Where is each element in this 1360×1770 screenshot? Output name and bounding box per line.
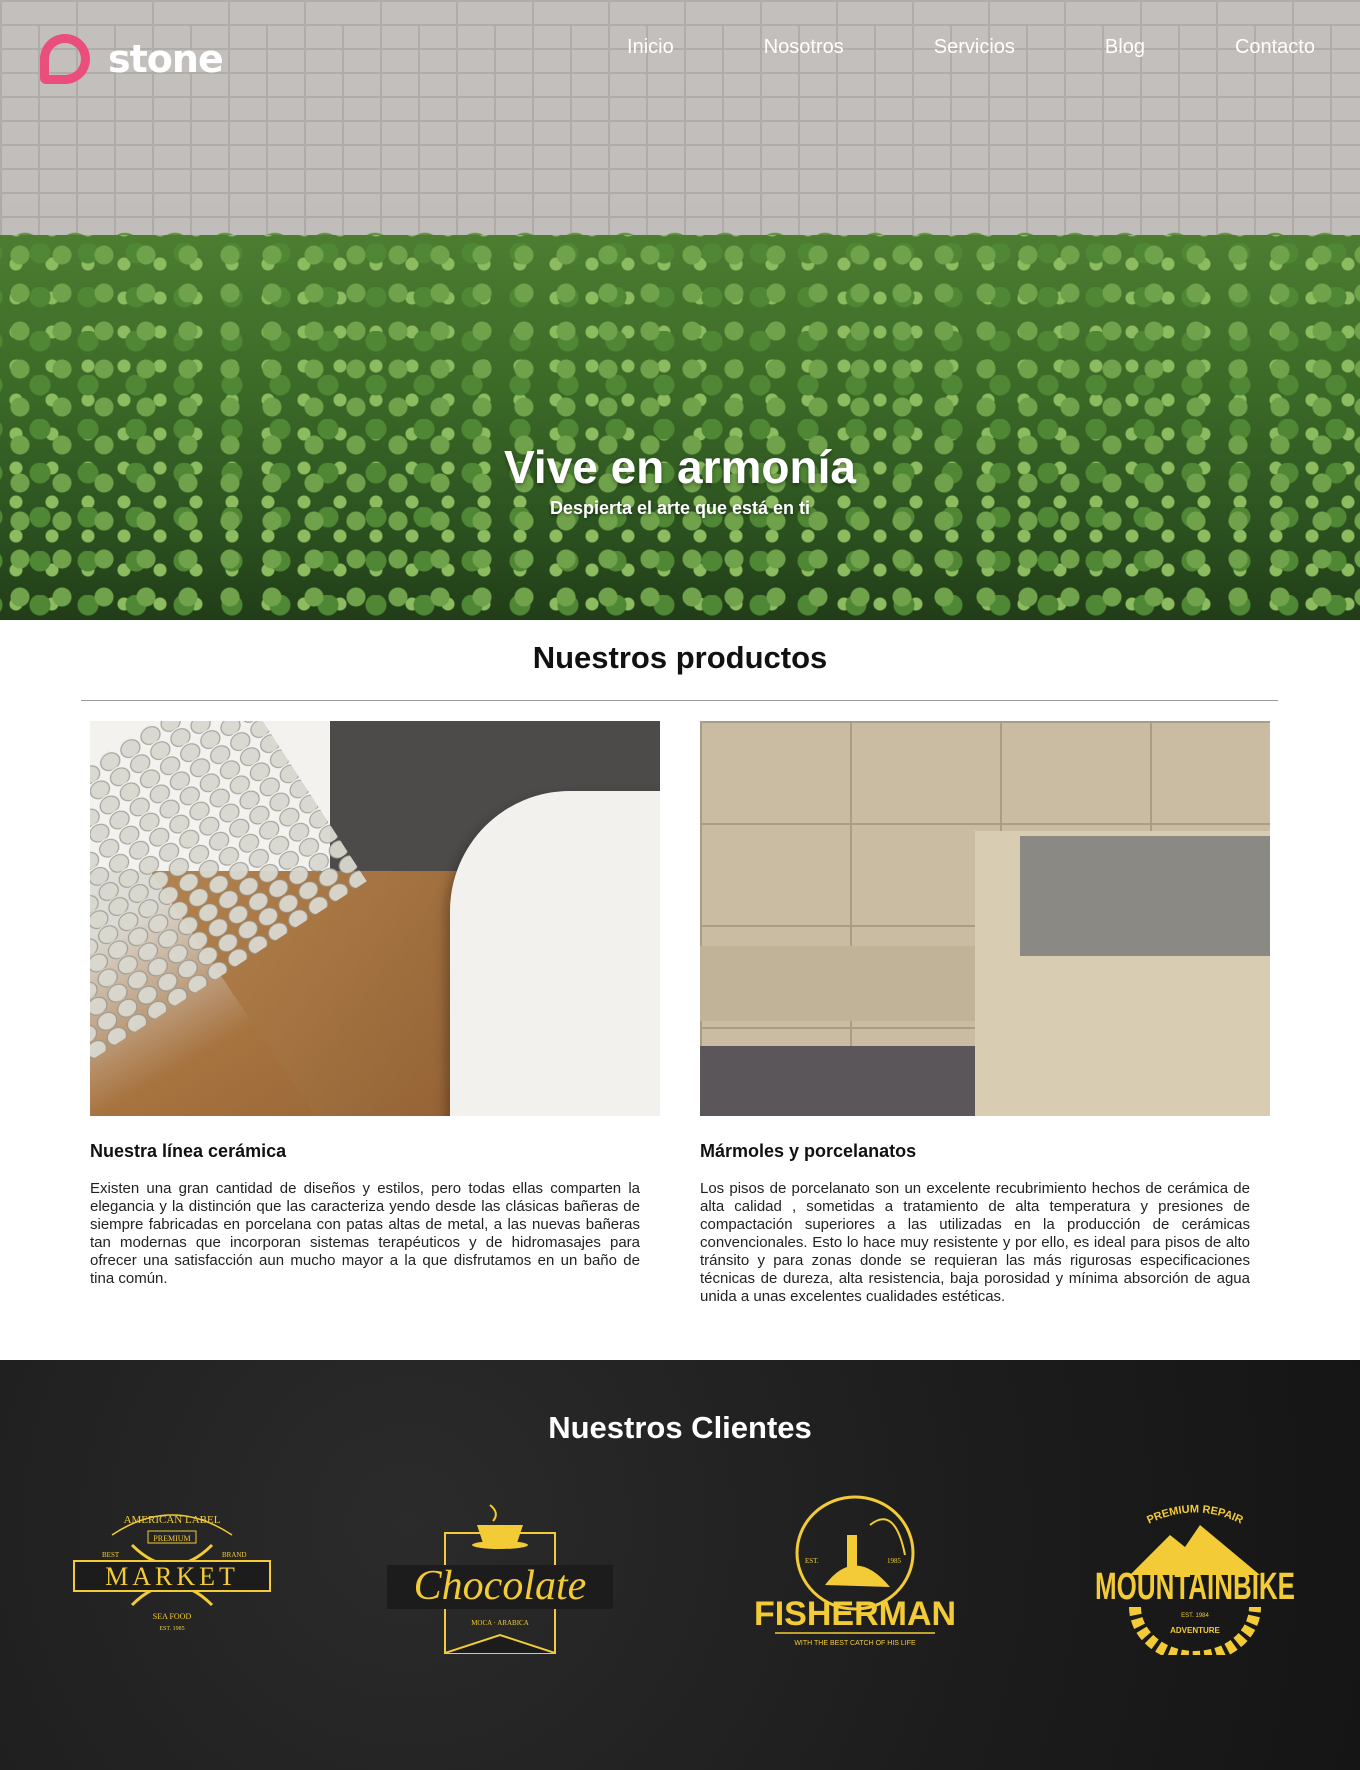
mountainbike-logo-icon: PREMIUM REPAIR MOUNTAINBIKE EST. 1984 AD… — [1095, 1503, 1295, 1655]
site-logo[interactable]: stone — [40, 34, 224, 84]
products-title: Nuestros productos — [532, 640, 828, 675]
fisherman-bottom: WITH THE BEST CATCH OF HIS LIFE — [794, 1640, 916, 1647]
product-card-marmoles: Mármoles y porcelanatos Los pisos de por… — [700, 721, 1270, 1306]
hedge-background — [0, 235, 1360, 620]
client-logo-fisherman[interactable]: EST. 1985 FISHERMAN WITH THE BEST CATCH … — [745, 1490, 965, 1660]
logo-text: stone — [108, 37, 224, 81]
hero-subtitle: Despierta el arte que está en ti — [549, 498, 811, 518]
nav-item-blog[interactable]: Blog — [1105, 36, 1145, 59]
mtb-est: EST. 1984 — [1181, 1613, 1209, 1619]
market-right-small: BRAND — [222, 1551, 247, 1559]
clients-title: Nuestros Clientes — [548, 1410, 812, 1445]
fisherman-est-right: 1985 — [887, 1557, 902, 1565]
market-logo-icon: AMERICAN LABEL PREMIUM BEST BRAND MARKET… — [73, 1514, 271, 1632]
section-divider — [81, 700, 1278, 701]
market-badge: PREMIUM — [153, 1534, 190, 1543]
basin-inner — [1020, 836, 1270, 956]
dark-tile — [700, 1046, 980, 1116]
mtb-name: MOUNTAINBIKE — [1095, 1566, 1295, 1608]
product-card-ceramica: Nuestra línea cerámica Existen una gran … — [90, 721, 660, 1288]
nav-item-contacto[interactable]: Contacto — [1235, 36, 1315, 59]
main-nav: Inicio Nosotros Servicios Blog Contacto — [537, 36, 1315, 59]
product-description: Existen una gran cantidad de diseños y e… — [90, 1180, 640, 1287]
client-logo-chocolate[interactable]: Chocolate MOCA · ARABICA — [387, 1490, 613, 1660]
nav-item-inicio[interactable]: Inicio — [627, 36, 674, 59]
mtb-bottom: ADVENTURE — [1170, 1626, 1220, 1635]
market-left-small: BEST — [102, 1551, 120, 1559]
market-name: MARKET — [105, 1562, 239, 1591]
chocolate-logo-icon: Chocolate MOCA · ARABICA — [387, 1504, 613, 1654]
hero-banner: stone Inicio Nosotros Servicios Blog Con… — [0, 0, 1360, 620]
fisherman-name: FISHERMAN — [755, 1595, 955, 1633]
mtb-top: PREMIUM REPAIR — [1145, 1503, 1245, 1526]
product-image-marmoles — [700, 721, 1270, 1116]
market-est: EST. 1985 — [159, 1626, 184, 1632]
product-title: Mármoles y porcelanatos — [700, 1141, 917, 1161]
toilet — [450, 791, 660, 1116]
nav-item-nosotros[interactable]: Nosotros — [764, 36, 844, 59]
client-logo-mountainbike[interactable]: PREMIUM REPAIR MOUNTAINBIKE EST. 1984 AD… — [1085, 1490, 1305, 1660]
chocolate-name: Chocolate — [414, 1563, 587, 1609]
client-logo-market[interactable]: AMERICAN LABEL PREMIUM BEST BRAND MARKET… — [62, 1490, 282, 1660]
product-description: Los pisos de porcelanato son un excelent… — [700, 1180, 1250, 1305]
product-image-ceramica — [90, 721, 660, 1116]
product-title: Nuestra línea cerámica — [90, 1141, 287, 1161]
hero-title: Vive en armonía — [504, 441, 856, 493]
nav-item-servicios[interactable]: Servicios — [934, 36, 1015, 59]
fisherman-est-left: EST. — [805, 1557, 819, 1565]
market-bottom: SEA FOOD — [153, 1612, 192, 1621]
clients-section: Nuestros Clientes AMERICAN LABEL PREMIUM… — [0, 1360, 1360, 1770]
market-top: AMERICAN LABEL — [124, 1514, 221, 1526]
stone-ledge — [700, 946, 980, 1021]
fisherman-logo-icon: EST. 1985 FISHERMAN WITH THE BEST CATCH … — [755, 1495, 955, 1647]
logo-icon — [40, 34, 90, 84]
chocolate-bottom: MOCA · ARABICA — [471, 1619, 529, 1627]
